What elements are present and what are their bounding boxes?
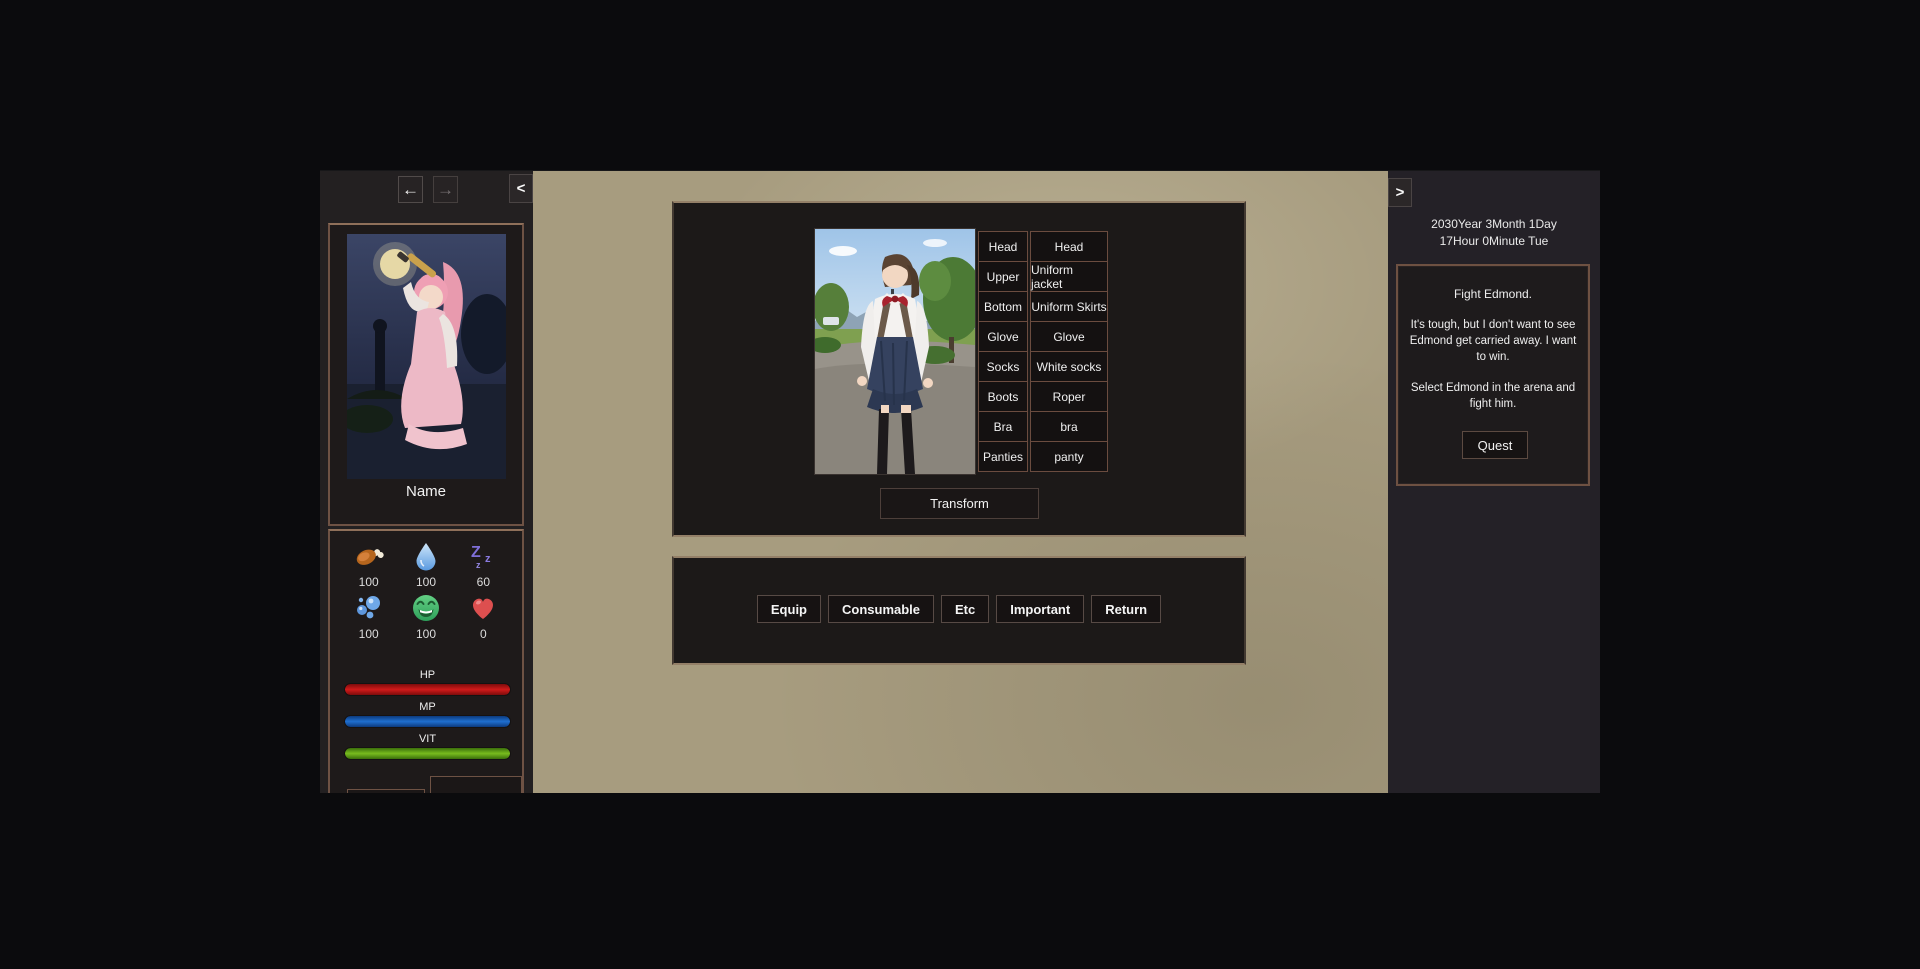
stat-thirst: 100 (397, 541, 454, 589)
stat-affection: 0 (455, 593, 512, 641)
character-fullbody-image (815, 229, 975, 474)
stat-value: 100 (359, 627, 379, 641)
quest-button[interactable]: Quest (1462, 431, 1528, 459)
quest-panel: Fight Edmond. It's tough, but I don't wa… (1396, 264, 1590, 486)
stat-value: 100 (359, 575, 379, 589)
mp-bar-fill (345, 716, 510, 727)
stat-value: 100 (416, 575, 436, 589)
equip-slot-panties: Panties (978, 441, 1028, 472)
quest-body-1: It's tough, but I don't want to see Edmo… (1398, 317, 1588, 365)
water-drop-icon (411, 541, 441, 571)
chevron-right-icon: > (1396, 184, 1405, 201)
transform-button[interactable]: Transform (880, 488, 1039, 519)
portrait-panel: Name (328, 223, 524, 526)
svg-text:z: z (485, 553, 491, 565)
equip-item-panties[interactable]: panty (1030, 441, 1108, 472)
tab-consumable[interactable]: Consumable (828, 595, 934, 623)
screen: ← → < (0, 0, 1920, 969)
back-button[interactable]: ← (398, 176, 423, 203)
table-row: Bottom Uniform Skirts (978, 291, 1108, 322)
equip-item-boots[interactable]: Roper (1030, 381, 1108, 412)
equip-slot-bottom: Bottom (978, 291, 1028, 322)
equip-item-upper[interactable]: Uniform jacket (1030, 261, 1108, 292)
svg-text:z: z (476, 560, 481, 570)
stat-mood: 100 (397, 593, 454, 641)
svg-text:Z: Z (471, 544, 481, 561)
heart-icon (468, 593, 498, 623)
main-area: Head Head Upper Uniform jacket Bottom Un… (533, 171, 1388, 793)
table-row: Socks White socks (978, 351, 1108, 382)
tab-return[interactable]: Return (1091, 595, 1161, 623)
forward-button[interactable]: → (433, 176, 458, 203)
vit-label: VIT (345, 733, 510, 745)
table-row: Upper Uniform jacket (978, 261, 1108, 292)
stat-hunger: 100 (340, 541, 397, 589)
hp-bar-block: HP (345, 669, 510, 695)
forward-arrow-icon: → (437, 180, 454, 199)
quest-body-2: Select Edmond in the arena and fight him… (1398, 380, 1588, 412)
mp-label: MP (345, 701, 510, 713)
game-date-line2: 17Hour 0Minute Tue (1388, 233, 1600, 250)
equip-item-bottom[interactable]: Uniform Skirts (1030, 291, 1108, 322)
tab-etc[interactable]: Etc (941, 595, 989, 623)
tab-important[interactable]: Important (996, 595, 1084, 623)
equip-slot-glove: Glove (978, 321, 1028, 352)
equip-slot-boots: Boots (978, 381, 1028, 412)
vit-bar-track (345, 748, 510, 759)
table-row: Glove Glove (978, 321, 1108, 352)
meat-icon (354, 541, 384, 571)
back-arrow-icon: ← (402, 180, 419, 199)
chevron-left-icon: < (517, 180, 526, 197)
stat-value: 0 (480, 627, 487, 641)
equip-item-glove[interactable]: Glove (1030, 321, 1108, 352)
equip-slot-upper: Upper (978, 261, 1028, 292)
equip-item-bra[interactable]: bra (1030, 411, 1108, 442)
equip-slot-socks: Socks (978, 351, 1028, 382)
stat-sleep: Z z z 60 (455, 541, 512, 589)
inventory-tabs-panel: Equip Consumable Etc Important Return (672, 556, 1246, 665)
equipment-table: Head Head Upper Uniform jacket Bottom Un… (978, 231, 1108, 472)
vit-bar-block: VIT (345, 733, 510, 759)
game-date: 2030Year 3Month 1Day 17Hour 0Minute Tue (1388, 216, 1600, 250)
equipment-panel: Head Head Upper Uniform jacket Bottom Un… (672, 201, 1246, 537)
tab-equip[interactable]: Equip (757, 595, 821, 623)
hp-bar-track (345, 684, 510, 695)
sleep-zz-icon: Z z z (468, 541, 498, 571)
stat-hygiene: 100 (340, 593, 397, 641)
collapse-right-sidebar-button[interactable]: > (1388, 178, 1412, 207)
equip-item-socks[interactable]: White socks (1030, 351, 1108, 382)
right-sidebar: > 2030Year 3Month 1Day 17Hour 0Minute Tu… (1388, 171, 1600, 793)
stats-panel: 100 100 Z z (328, 529, 524, 793)
sidebar-cutoff-button[interactable] (347, 789, 425, 793)
happy-face-icon (411, 593, 441, 623)
game-window: ← → < (320, 170, 1600, 793)
left-sidebar: ← → < (320, 171, 533, 793)
game-date-line1: 2030Year 3Month 1Day (1388, 216, 1600, 233)
bubbles-icon (354, 593, 384, 623)
equip-item-head[interactable]: Head (1030, 231, 1108, 262)
stat-value: 60 (477, 575, 490, 589)
table-row: Head Head (978, 231, 1108, 262)
hp-label: HP (345, 669, 510, 681)
collapse-left-sidebar-button[interactable]: < (509, 174, 533, 203)
character-name: Name (330, 483, 522, 500)
equip-slot-bra: Bra (978, 411, 1028, 442)
character-button[interactable]: Character (430, 776, 522, 793)
stat-grid: 100 100 Z z (340, 541, 512, 641)
equip-slot-head: Head (978, 231, 1028, 262)
character-portrait-image (347, 234, 506, 479)
table-row: Panties panty (978, 441, 1108, 472)
quest-title: Fight Edmond. (1398, 286, 1588, 302)
vit-bar-fill (345, 748, 510, 759)
table-row: Bra bra (978, 411, 1108, 442)
inventory-tabs-row: Equip Consumable Etc Important Return (674, 595, 1244, 623)
table-row: Boots Roper (978, 381, 1108, 412)
hp-bar-fill (345, 684, 510, 695)
mp-bar-track (345, 716, 510, 727)
stat-value: 100 (416, 627, 436, 641)
mp-bar-block: MP (345, 701, 510, 727)
